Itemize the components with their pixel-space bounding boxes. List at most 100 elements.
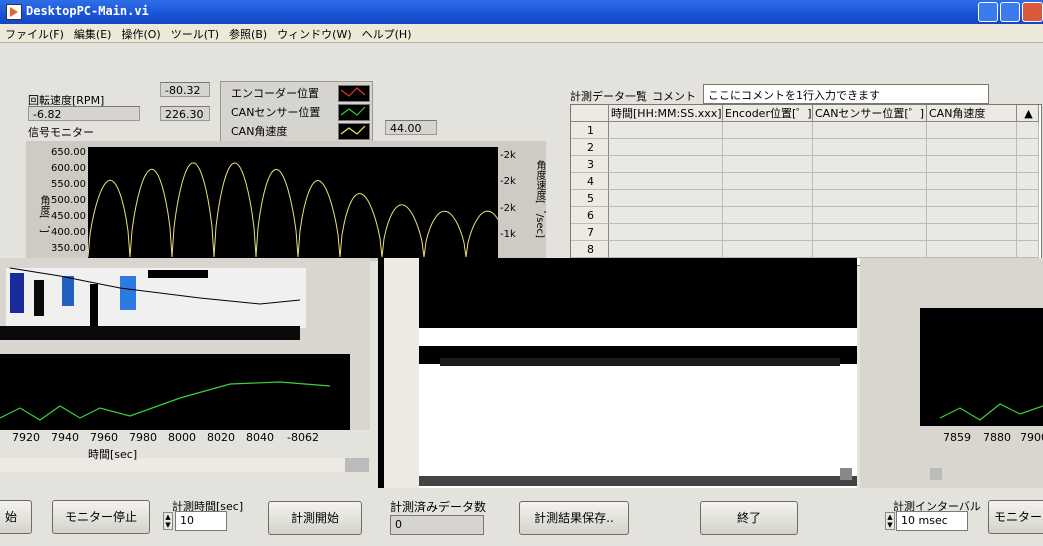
- table-cell[interactable]: [609, 241, 723, 258]
- title-bar: DesktopPC-Main.vi: [0, 0, 1043, 24]
- monitor-stop-button[interactable]: モニター停止: [52, 500, 150, 534]
- table-cell[interactable]: [927, 190, 1017, 207]
- x-tick-right: 7900: [1020, 431, 1043, 444]
- window-title: DesktopPC-Main.vi: [26, 4, 149, 18]
- table-cell[interactable]: [813, 139, 927, 156]
- table-cell[interactable]: [609, 156, 723, 173]
- table-cell[interactable]: [723, 224, 813, 241]
- table-cell[interactable]: [927, 156, 1017, 173]
- scroll-up-icon[interactable]: ▲: [1017, 105, 1039, 122]
- table-cell[interactable]: [927, 241, 1017, 258]
- exit-button[interactable]: 終了: [700, 501, 798, 535]
- menu-operate[interactable]: 操作(O): [116, 24, 165, 42]
- legend-encoder: エンコーダー位置: [231, 87, 319, 100]
- table-cell[interactable]: [723, 241, 813, 258]
- spin-arrows-icon[interactable]: ▲ ▼: [163, 512, 173, 530]
- menu-tools[interactable]: ツール(T): [166, 24, 224, 42]
- comment-input[interactable]: ここにコメントを1行入力できます: [703, 84, 989, 104]
- x-tick: 8000: [168, 431, 196, 444]
- menu-file[interactable]: ファイル(F): [0, 24, 69, 42]
- menu-edit[interactable]: 編集(E): [69, 24, 117, 42]
- maximize-button[interactable]: [1000, 2, 1020, 22]
- table-cell[interactable]: [1017, 207, 1039, 224]
- y-tick: 350.00: [51, 243, 86, 254]
- y-tick-right: -2k: [500, 176, 516, 187]
- table-cell[interactable]: [1017, 224, 1039, 241]
- table-cell[interactable]: [723, 122, 813, 139]
- table-cell[interactable]: [927, 224, 1017, 241]
- encoder-swatch-icon: [338, 85, 370, 102]
- minimize-button[interactable]: [978, 2, 998, 22]
- rpm-indicator: -6.82: [28, 106, 140, 121]
- table-cell[interactable]: [927, 122, 1017, 139]
- table-cell[interactable]: [927, 139, 1017, 156]
- table-cell[interactable]: [609, 207, 723, 224]
- y-tick: 550.00: [51, 179, 86, 190]
- table-cell[interactable]: [813, 173, 927, 190]
- table-cell[interactable]: [723, 156, 813, 173]
- x-tick: 7960: [90, 431, 118, 444]
- x-tick: 7920: [12, 431, 40, 444]
- table-cell[interactable]: [927, 207, 1017, 224]
- monitor-label: 信号モニター: [28, 126, 94, 139]
- row-header: 5: [571, 190, 609, 207]
- legend-can-sensor: CANセンサー位置: [231, 106, 321, 119]
- table-cell[interactable]: [1017, 190, 1039, 207]
- y-tick: 600.00: [51, 163, 86, 174]
- angular-velocity-indicator: 44.00: [385, 120, 437, 135]
- y-axis-label-left: 角度[゜]: [38, 195, 49, 233]
- row-header: 3: [571, 156, 609, 173]
- interval-input[interactable]: 10 msec: [896, 511, 968, 531]
- close-button[interactable]: [1022, 2, 1043, 22]
- plot-legend[interactable]: エンコーダー位置 CANセンサー位置 CAN角速度: [220, 81, 373, 142]
- table-cell[interactable]: [813, 122, 927, 139]
- table-cell[interactable]: [1017, 156, 1039, 173]
- y-tick-right: -1k: [500, 229, 516, 240]
- table-cell[interactable]: [1017, 241, 1039, 258]
- plot-area[interactable]: [87, 147, 499, 258]
- encoder-value-indicator: -80.32: [160, 82, 210, 97]
- measurement-table: 時間[HH:MM:SS.xxx] Encoder位置[゜] CANセンサー位置[…: [570, 104, 1042, 266]
- menu-browse[interactable]: 参照(B): [224, 24, 272, 42]
- table-cell[interactable]: [1017, 139, 1039, 156]
- measure-start-button[interactable]: 計測開始: [268, 501, 362, 535]
- can-sensor-swatch-icon: [338, 104, 370, 121]
- menu-window[interactable]: ウィンドウ(W): [272, 24, 356, 42]
- table-cell[interactable]: [609, 190, 723, 207]
- save-results-button[interactable]: 計測結果保存..: [519, 501, 629, 535]
- legend-can-velocity: CAN角速度: [231, 125, 288, 138]
- table-cell[interactable]: [1017, 173, 1039, 190]
- table-cell[interactable]: [609, 122, 723, 139]
- table-cell[interactable]: [813, 156, 927, 173]
- table-cell[interactable]: [1017, 122, 1039, 139]
- labview-app-icon: [6, 4, 22, 20]
- meas-time-input[interactable]: 10: [175, 511, 227, 531]
- table-cell[interactable]: [609, 224, 723, 241]
- row-header-corner: [571, 105, 609, 122]
- comment-label: コメント: [652, 90, 696, 103]
- spin-arrows-icon[interactable]: ▲ ▼: [885, 512, 895, 530]
- table-cell[interactable]: [723, 190, 813, 207]
- monitor-button[interactable]: モニター: [988, 500, 1043, 534]
- table-cell[interactable]: [723, 139, 813, 156]
- table-title: 計測データ一覧: [570, 90, 647, 103]
- menu-help[interactable]: ヘルプ(H): [357, 24, 417, 42]
- row-header: 1: [571, 122, 609, 139]
- table-cell[interactable]: [609, 173, 723, 190]
- table-cell[interactable]: [813, 224, 927, 241]
- x-tick: -8062: [287, 431, 319, 444]
- table-cell[interactable]: [927, 173, 1017, 190]
- row-header: 4: [571, 173, 609, 190]
- table-cell[interactable]: [723, 207, 813, 224]
- table-cell[interactable]: [813, 241, 927, 258]
- count-label: 計測済みデータ数: [390, 500, 487, 514]
- table-cell[interactable]: [609, 139, 723, 156]
- count-indicator: 0: [390, 515, 484, 535]
- row-header: 6: [571, 207, 609, 224]
- table-cell[interactable]: [813, 190, 927, 207]
- y-tick: 650.00: [51, 147, 86, 158]
- monitor-start-button[interactable]: 始: [0, 500, 32, 534]
- table-cell[interactable]: [723, 173, 813, 190]
- table-cell[interactable]: [813, 207, 927, 224]
- x-tick: 7980: [129, 431, 157, 444]
